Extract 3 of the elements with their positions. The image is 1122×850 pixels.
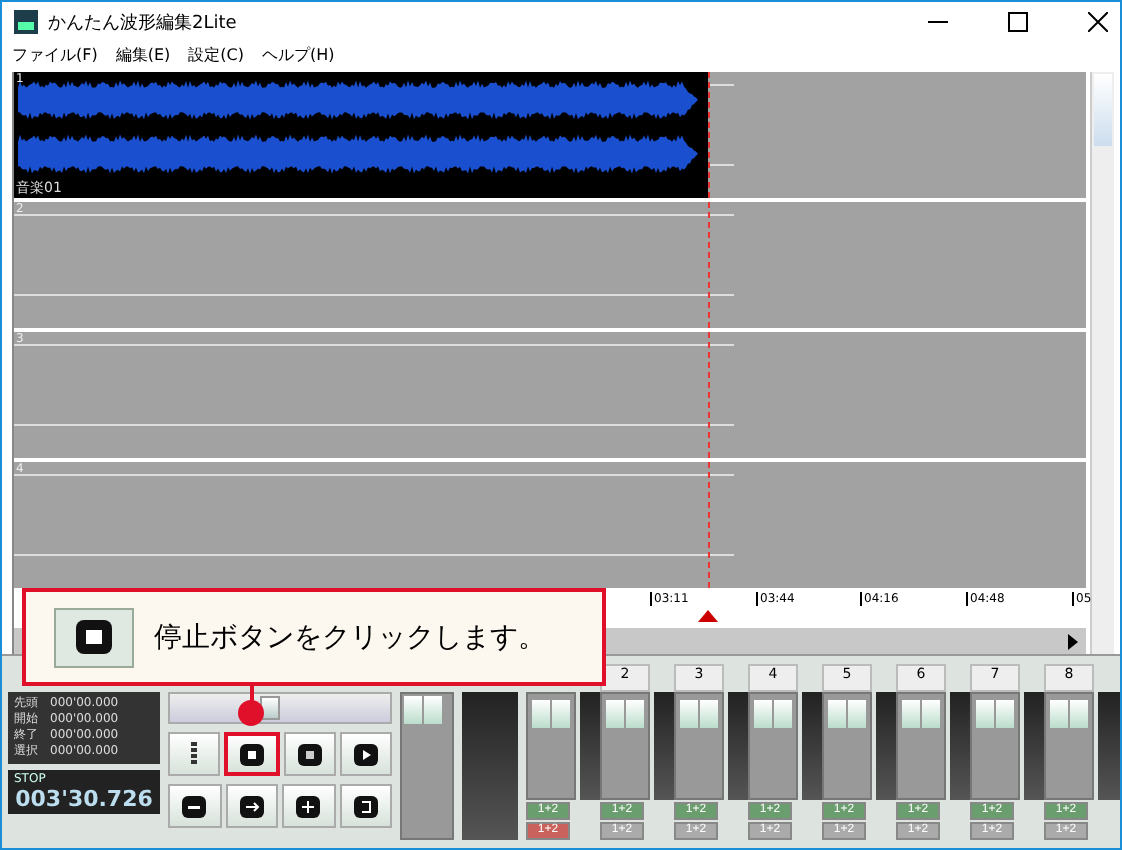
- instruction-text: 停止ボタンをクリックします。: [154, 619, 546, 655]
- time-value: 003'30.726: [14, 786, 154, 812]
- window-title: かんたん波形編集2Lite: [48, 11, 237, 35]
